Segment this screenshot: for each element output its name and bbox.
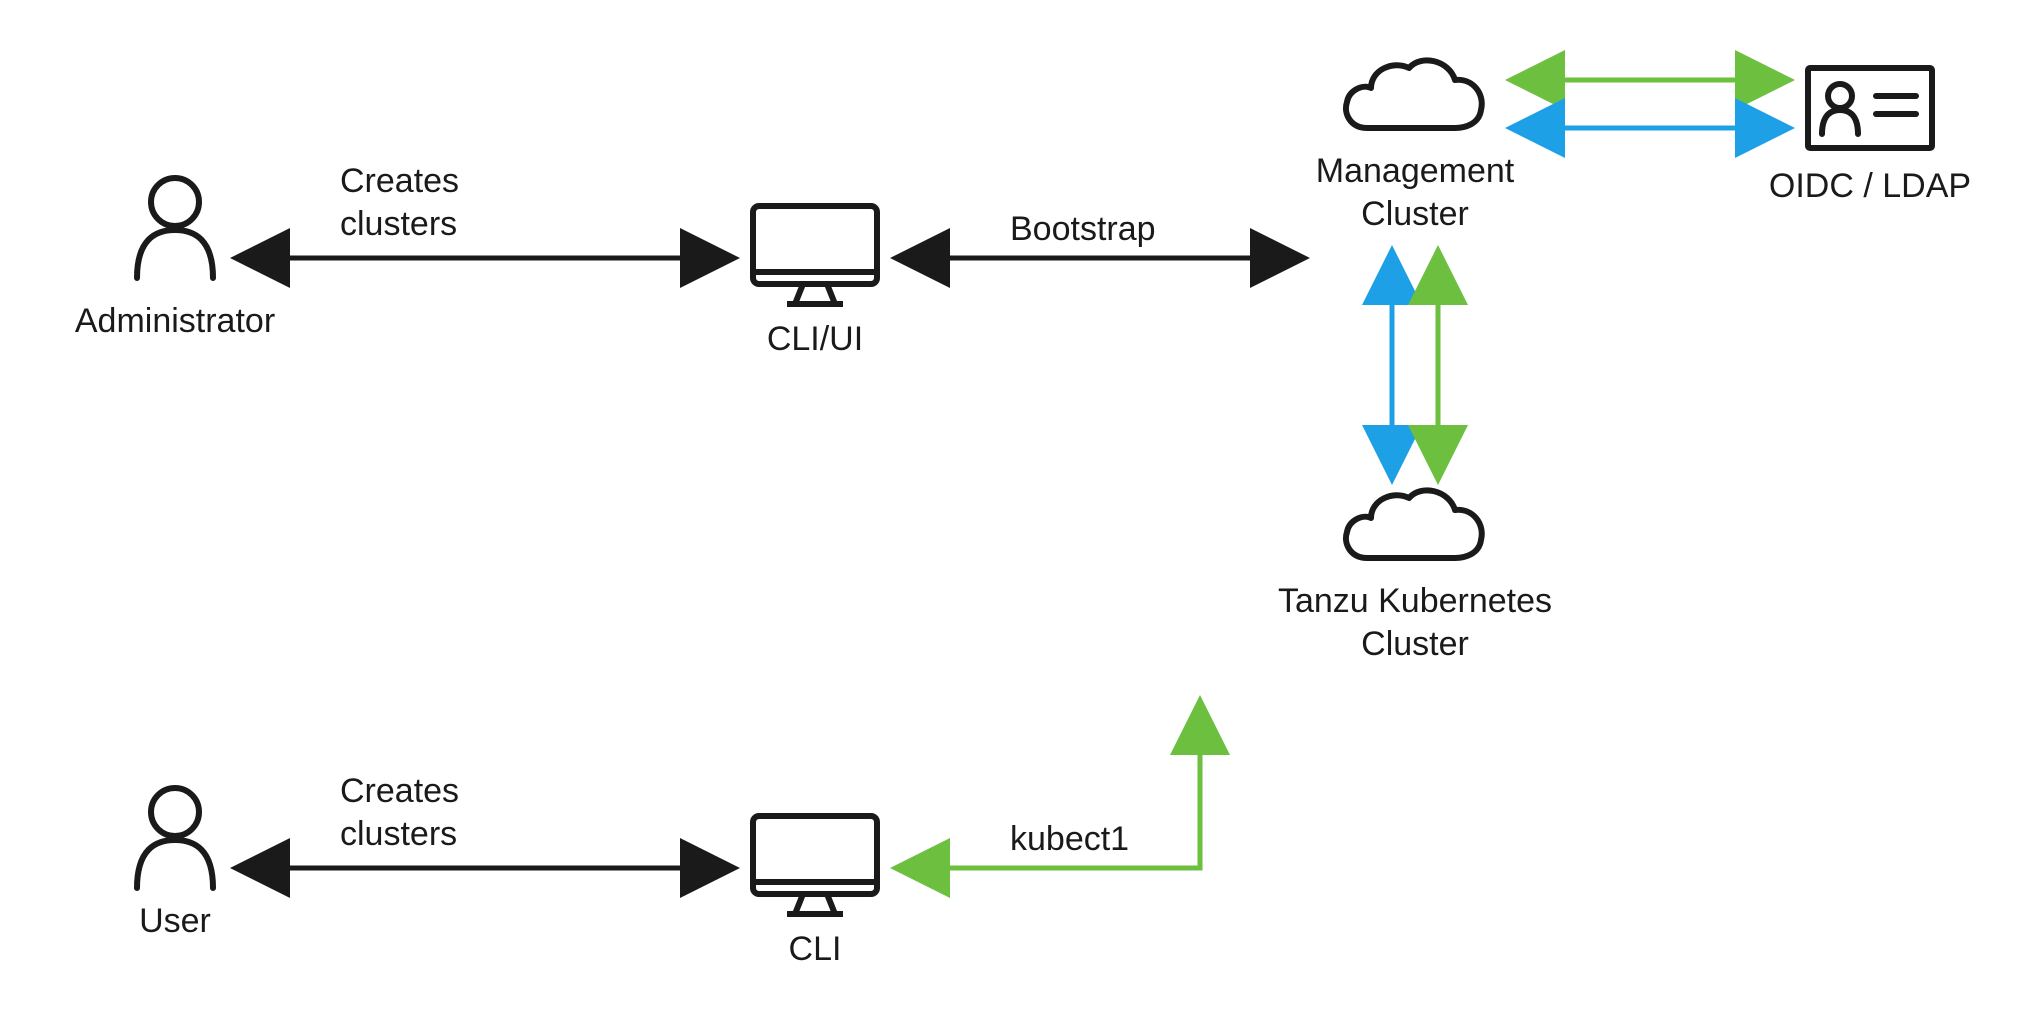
edge-label-bootstrap: Bootstrap — [1010, 208, 1210, 251]
label-cliui: CLI/UI — [750, 318, 880, 361]
edge-label-admin-cliui: Creates clusters — [340, 160, 540, 245]
diagram-svg — [0, 0, 2029, 1036]
cloud-icon — [1346, 60, 1482, 128]
label-mgmt: Management Cluster — [1290, 150, 1540, 235]
monitor-icon — [753, 206, 877, 304]
person-icon — [137, 788, 213, 888]
person-icon — [137, 178, 213, 278]
label-cli: CLI — [770, 928, 860, 971]
id-card-icon — [1808, 68, 1932, 148]
edge-label-kubectl: kubect1 — [1010, 818, 1210, 861]
diagram-root: Administrator User CLI/UI CLI Management… — [0, 0, 2029, 1036]
label-admin: Administrator — [60, 300, 290, 343]
label-tkc: Tanzu Kubernetes Cluster — [1260, 580, 1570, 665]
monitor-icon — [753, 816, 877, 914]
cloud-icon — [1346, 490, 1482, 558]
label-user: User — [110, 900, 240, 943]
label-idp: OIDC / LDAP — [1760, 165, 1980, 208]
edge-label-user-cli: Creates clusters — [340, 770, 540, 855]
